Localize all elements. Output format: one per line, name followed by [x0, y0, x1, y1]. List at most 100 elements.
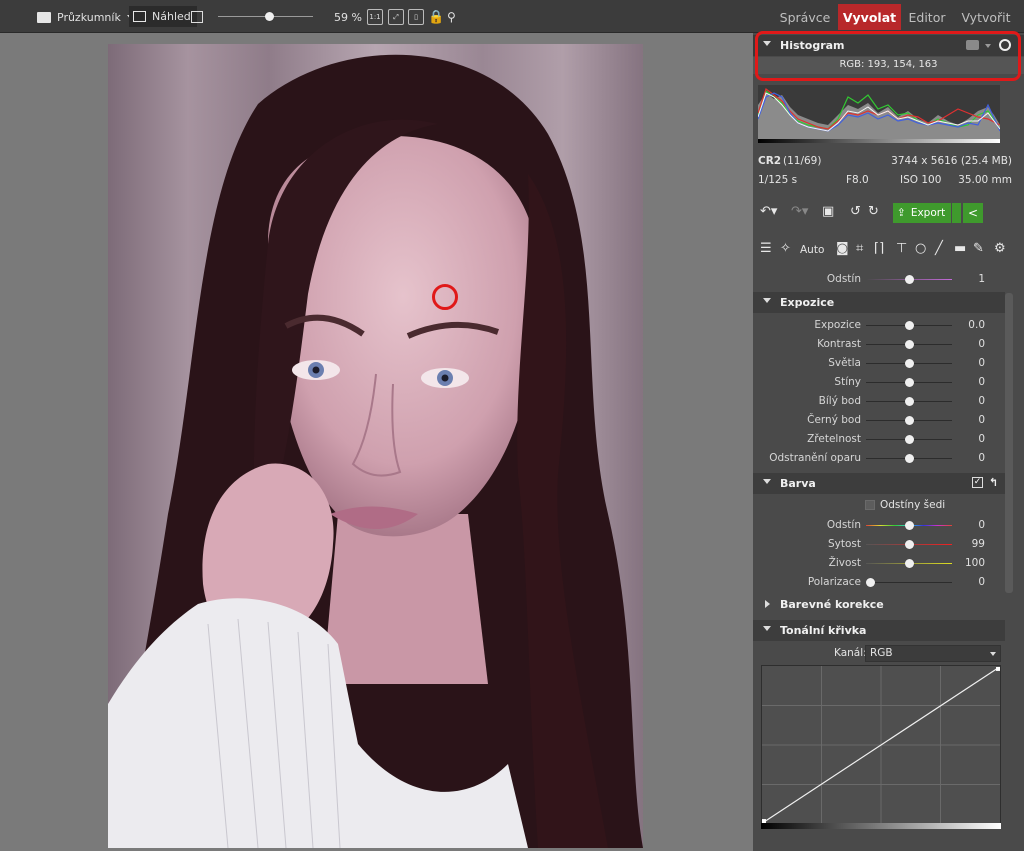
panel-scrollbar[interactable] [1005, 293, 1013, 593]
slider-row-živost[interactable]: Živost 100 [753, 554, 1005, 573]
slider-knob[interactable] [905, 540, 914, 549]
fit-screen-icon[interactable]: ⤢ [388, 9, 404, 25]
slider-label: Sytost [827, 538, 861, 550]
folder-icon [37, 11, 51, 23]
slider-value: 0.0 [968, 319, 985, 331]
slider-row-kontrast[interactable]: Kontrast 0 [753, 335, 1005, 354]
color-header[interactable]: Barva ✓ ↰ [753, 473, 1005, 494]
perspective-icon[interactable]: ⌈⌉ [874, 241, 884, 256]
slider-row-sytost[interactable]: Sytost 99 [753, 535, 1005, 554]
slider-row-bílý-bod[interactable]: Bílý bod 0 [753, 392, 1005, 411]
color-picker-marker [432, 284, 458, 310]
external-open-icon[interactable] [191, 7, 203, 27]
text-icon[interactable]: ⊤ [896, 241, 907, 256]
curve-gradient-bar [761, 823, 1001, 829]
slider-knob[interactable] [905, 435, 914, 444]
slider-knob[interactable] [905, 359, 914, 368]
histogram-highlight-box [755, 31, 1021, 81]
rotate-left-icon[interactable]: ↺ [850, 204, 861, 219]
preview-button[interactable]: Náhled [129, 6, 197, 27]
adjustments-icon[interactable]: ☰ [760, 241, 772, 256]
slider-row-zřetelnost[interactable]: Zřetelnost 0 [753, 430, 1005, 449]
color-corrections-title: Barevné korekce [780, 598, 884, 611]
slider-knob[interactable] [905, 321, 914, 330]
exposure-header[interactable]: Expozice [753, 292, 1005, 313]
slider-value: 0 [978, 357, 985, 369]
slider-row-top-hue[interactable]: Odstín 1 [753, 270, 1005, 289]
slider-knob[interactable] [905, 521, 914, 530]
top-toolbar: Průzkumník Náhled 59 % 1:1 ⤢ ▯ 🔒 ⚲ Správ… [0, 0, 1024, 33]
share-button[interactable]: < [963, 203, 983, 223]
grayscale-checkbox[interactable] [865, 500, 875, 510]
aperture: F8.0 [846, 174, 869, 186]
auto-wand-icon[interactable]: ✧ [780, 241, 791, 256]
tab-správce[interactable]: Správce [775, 4, 835, 30]
brush-icon[interactable]: ╱ [935, 241, 943, 256]
channel-label: Kanál: [834, 647, 867, 659]
lock-icon[interactable]: 🔒 [428, 7, 444, 27]
zoom-1to1-button[interactable]: 1:1 [367, 9, 383, 25]
slider-value: 0 [978, 433, 985, 445]
slider-row-černý-bod[interactable]: Černý bod 0 [753, 411, 1005, 430]
photo-preview[interactable] [108, 44, 643, 848]
export-dropdown-button[interactable] [952, 203, 961, 223]
slider-knob[interactable] [905, 416, 914, 425]
iso: ISO 100 [900, 174, 942, 186]
slider-value: 0 [978, 519, 985, 531]
slider-value: 1 [978, 273, 985, 285]
slider-row-odstranění-oparu[interactable]: Odstranění oparu 0 [753, 449, 1005, 468]
healing-icon[interactable]: ✎ [973, 241, 984, 256]
zoom-search-icon[interactable]: ⚲ [447, 7, 456, 27]
fit-height-icon[interactable]: ▯ [408, 9, 424, 25]
tone-curve-graph[interactable] [761, 665, 1001, 825]
slider-track[interactable] [866, 582, 952, 583]
slider-knob[interactable] [905, 559, 914, 568]
portrait-photo [108, 44, 643, 848]
checkbox-checked-icon[interactable]: ✓ [972, 477, 983, 488]
crop-icon[interactable]: ⌗ [856, 241, 863, 256]
compare-image-icon[interactable]: ▣ [822, 204, 834, 219]
slider-knob[interactable] [905, 397, 914, 406]
slider-value: 100 [964, 557, 985, 569]
slider-knob[interactable] [866, 578, 876, 587]
slider-label: Polarizace [807, 576, 861, 588]
tone-curve-header[interactable]: Tonální křivka [753, 620, 1005, 641]
slider-row-expozice[interactable]: Expozice 0.0 [753, 316, 1005, 335]
zoom-slider[interactable] [218, 12, 313, 21]
slider-row-odstín[interactable]: Odstín 0 [753, 516, 1005, 535]
collapse-arrow-icon [763, 479, 771, 484]
zoom-slider-knob[interactable] [265, 12, 275, 21]
settings-gear-icon[interactable]: ⚙ [994, 241, 1006, 256]
share-icon: < [967, 206, 979, 220]
browser-button[interactable]: Průzkumník [37, 7, 135, 27]
color-corrections-header[interactable]: Barevné korekce [753, 594, 1005, 615]
slider-row-světla[interactable]: Světla 0 [753, 354, 1005, 373]
slider-knob[interactable] [905, 454, 914, 463]
slider-value: 0 [978, 395, 985, 407]
slider-knob[interactable] [905, 378, 914, 387]
channel-select[interactable]: RGB [865, 645, 1001, 662]
slider-knob[interactable] [905, 340, 914, 349]
tab-editor[interactable]: Editor [902, 4, 952, 30]
slider-label: Kontrast [817, 338, 861, 350]
slider-label: Černý bod [807, 414, 861, 426]
export-button[interactable]: ⇪ Export [893, 203, 951, 223]
undo-icon[interactable]: ↶▾ [760, 204, 777, 219]
tab-vytvořit[interactable]: Vytvořit [955, 4, 1017, 30]
circle-mask-icon[interactable]: ○ [915, 241, 926, 256]
camera-tool-icon[interactable]: ◙ [836, 241, 849, 256]
exposure-title: Expozice [780, 296, 835, 309]
eraser-icon[interactable]: ▬ [954, 241, 966, 256]
reset-icon[interactable]: ↰ [989, 476, 998, 489]
slider-value: 0 [978, 576, 985, 588]
tab-vyvolat[interactable]: Vyvolat [838, 4, 901, 30]
histogram-graph [758, 85, 1000, 143]
right-panel: Histogram RGB: 193, 154, 163 CR2 (11/69)… [753, 31, 1024, 851]
rotate-right-icon[interactable]: ↻ [868, 204, 879, 219]
slider-knob[interactable] [905, 275, 914, 284]
slider-row-polarizace[interactable]: Polarizace 0 [753, 573, 1005, 592]
auto-button[interactable]: Auto [800, 244, 824, 256]
redo-icon[interactable]: ↷▾ [791, 204, 808, 219]
slider-value: 99 [971, 538, 985, 550]
slider-row-stíny[interactable]: Stíny 0 [753, 373, 1005, 392]
